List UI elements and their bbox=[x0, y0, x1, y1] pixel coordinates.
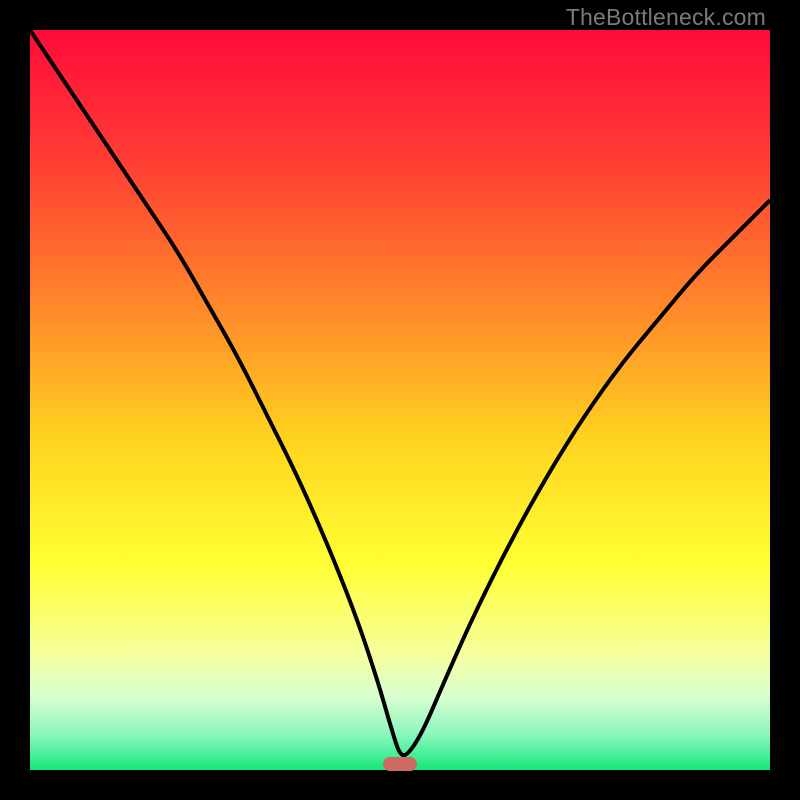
bottleneck-chart bbox=[30, 30, 770, 770]
optimal-point-marker bbox=[383, 757, 417, 771]
chart-area bbox=[30, 30, 770, 770]
watermark-text: TheBottleneck.com bbox=[566, 4, 766, 31]
gradient-background bbox=[30, 30, 770, 770]
